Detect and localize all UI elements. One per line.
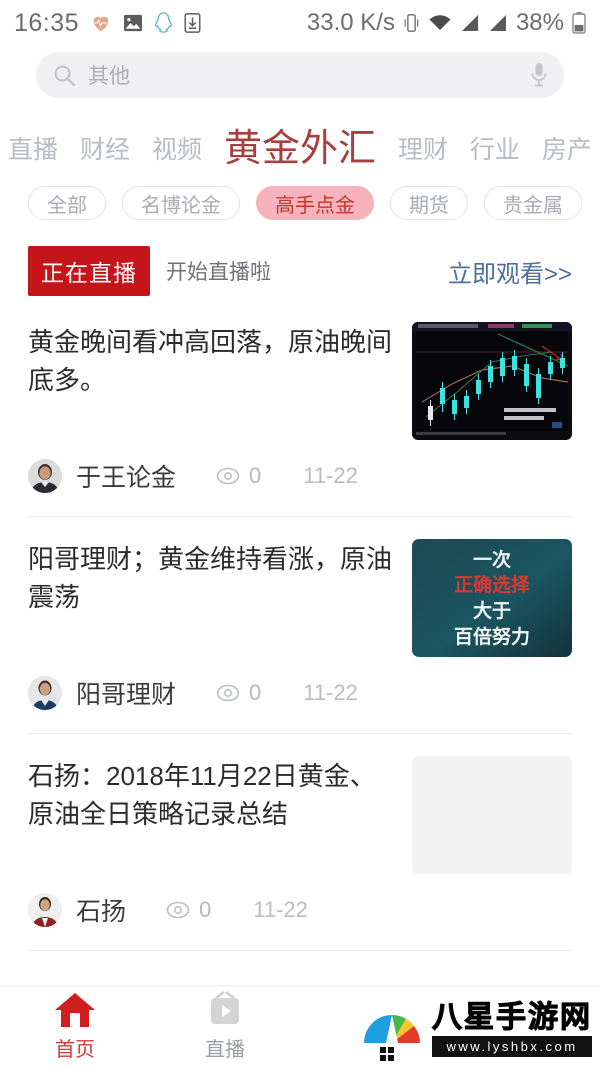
tab-caijing[interactable]: 财经	[78, 130, 132, 174]
live-banner-text: 开始直播啦	[166, 261, 271, 284]
nav-item-home[interactable]: 首页	[0, 991, 150, 1062]
article-card-top: 黄金晚间看冲高回落，原油晚间底多。	[28, 322, 572, 440]
article-card-top: 阳哥理财；黄金维持看涨，原油震荡 一次 正确选择 大于 百倍努力	[28, 539, 572, 657]
eye-icon	[216, 467, 240, 485]
article-feed: 黄金晚间看冲高回落，原油晚间底多。 于王论金 0 11-22 阳哥理财；黄金维持…	[0, 300, 600, 951]
view-count-group: 0	[216, 463, 261, 489]
chip-quanbu[interactable]: 全部	[28, 186, 106, 220]
signal-icon	[460, 14, 480, 32]
signal-icon	[488, 14, 508, 32]
article-card[interactable]: 黄金晚间看冲高回落，原油晚间底多。 于王论金 0 11-22	[28, 300, 572, 517]
nav-label-live: 直播	[205, 1039, 245, 1061]
article-author[interactable]: 阳哥理财	[76, 675, 176, 711]
network-speed: 33.0 K/s	[306, 9, 395, 36]
status-time: 16:35	[14, 8, 80, 37]
search-icon	[52, 63, 76, 87]
tab-shipin[interactable]: 视频	[150, 130, 204, 174]
article-meta: 阳哥理财 0 11-22	[28, 657, 572, 723]
eye-icon	[216, 684, 240, 702]
heart-rate-icon	[90, 12, 112, 34]
search-bar[interactable]: 其他	[36, 52, 564, 98]
search-input[interactable]: 其他	[76, 60, 530, 90]
live-status-badge: 正在直播	[28, 246, 150, 296]
tab-zhibo[interactable]: 直播	[6, 130, 60, 174]
wifi-icon	[428, 14, 452, 32]
tab-hangye[interactable]: 行业	[468, 130, 522, 174]
poster-line-3: 大于	[473, 599, 511, 622]
status-bar-right: 33.0 K/s 38%	[307, 9, 586, 37]
status-bar-left: 16:35	[14, 9, 201, 38]
candlestick-chart-icon	[412, 322, 572, 440]
poster-line-1: 一次	[473, 548, 511, 571]
article-card[interactable]: 石扬：2018年11月22日黄金、原油全日策略记录总结 石扬 0 11-22	[28, 734, 572, 951]
article-thumbnail	[412, 322, 572, 440]
avatar	[28, 459, 62, 493]
view-count-group: 0	[166, 897, 211, 923]
article-thumbnail: 一次 正确选择 大于 百倍努力	[412, 539, 572, 657]
app-root: 16:35 33.0 K/s 38% 其他 直播 财经 视频 黄金外汇 理财 行…	[0, 0, 600, 1067]
chip-qihuo[interactable]: 期货	[390, 186, 468, 220]
article-date: 11-22	[303, 680, 358, 705]
chip-guijinshu[interactable]: 贵金属	[484, 186, 582, 220]
motivation-poster-icon: 一次 正确选择 大于 百倍努力	[412, 539, 572, 657]
view-count: 0	[249, 463, 262, 488]
battery-icon	[572, 12, 586, 34]
watermark-url: www.lyshbx.com	[432, 1036, 592, 1057]
view-count: 0	[249, 680, 262, 705]
article-title: 阳哥理财；黄金维持看涨，原油震荡	[28, 544, 393, 612]
article-title: 黄金晚间看冲高回落，原油晚间底多。	[28, 327, 393, 395]
article-card[interactable]: 阳哥理财；黄金维持看涨，原油震荡 一次 正确选择 大于 百倍努力 阳哥理财 0 …	[28, 517, 572, 734]
status-bar: 16:35 33.0 K/s 38%	[0, 0, 600, 46]
filter-chips: 全部 名博论金 高手点金 期货 贵金属	[0, 174, 600, 236]
download-icon	[184, 13, 201, 33]
poster-line-4: 百倍努力	[454, 625, 530, 648]
article-date: 11-22	[303, 463, 358, 488]
eye-icon	[166, 901, 190, 919]
article-date: 11-22	[253, 897, 308, 922]
qq-penguin-icon	[154, 12, 173, 34]
avatar	[28, 893, 62, 927]
watermark-title: 八星手游网	[432, 1001, 592, 1034]
article-thumbnail	[412, 756, 572, 874]
watermark-text: 八星手游网 www.lyshbx.com	[432, 1001, 592, 1057]
tab-licai[interactable]: 理财	[396, 130, 450, 174]
tab-huangjinwaihui[interactable]: 黄金外汇	[222, 117, 378, 174]
article-meta: 于王论金 0 11-22	[28, 440, 572, 506]
search-section: 其他	[0, 46, 600, 112]
watch-now-link[interactable]: 立即观看>>	[448, 254, 572, 289]
nav-item-live[interactable]: 直播	[150, 990, 300, 1062]
home-icon	[53, 991, 97, 1029]
poster-line-2: 正确选择	[454, 573, 531, 596]
nav-label-home: 首页	[55, 1039, 95, 1061]
view-count-group: 0	[216, 680, 261, 706]
live-tv-icon	[203, 990, 247, 1029]
category-tabs: 直播 财经 视频 黄金外汇 理财 行业 房产	[0, 112, 600, 174]
photo-icon	[123, 14, 143, 32]
vibrate-icon	[403, 13, 420, 33]
article-author[interactable]: 石扬	[76, 892, 126, 928]
avatar	[28, 676, 62, 710]
watermark-logo-icon	[360, 999, 424, 1061]
tab-fangchan[interactable]: 房产	[540, 130, 594, 174]
article-meta: 石扬 0 11-22	[28, 874, 572, 940]
live-banner[interactable]: 正在直播 开始直播啦 立即观看>>	[0, 236, 600, 300]
chip-mingbolunjin[interactable]: 名博论金	[122, 186, 240, 220]
article-title: 石扬：2018年11月22日黄金、原油全日策略记录总结	[28, 761, 376, 829]
view-count: 0	[199, 897, 212, 922]
article-card-top: 石扬：2018年11月22日黄金、原油全日策略记录总结	[28, 756, 572, 874]
article-author[interactable]: 于王论金	[76, 458, 176, 494]
microphone-icon[interactable]	[530, 61, 548, 89]
site-watermark: 八星手游网 www.lyshbx.com	[360, 999, 592, 1061]
battery-percent: 38%	[515, 9, 564, 36]
chip-gaoshoudianjin[interactable]: 高手点金	[256, 186, 374, 220]
